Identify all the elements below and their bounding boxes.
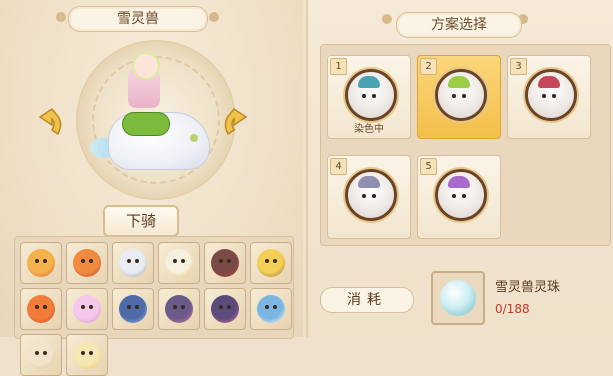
dismount-button[interactable]: 下骑 [103,205,179,237]
mount-slot[interactable] [204,242,246,284]
scheme-preview-icon [525,69,577,121]
green-saddle [122,112,170,136]
scheme-card[interactable]: 2 [417,55,501,139]
scheme-card[interactable]: 1 染色中 [327,55,411,139]
hat-icon [358,76,380,88]
scheme-number: 2 [420,58,437,75]
rotate-left-button[interactable] [34,108,68,142]
hat-icon [358,176,380,188]
mount-avatar-icon [257,249,285,277]
mount-slot[interactable] [66,288,108,330]
mount-avatar-icon [211,295,239,323]
scheme-number: 3 [510,58,527,75]
mount-slot[interactable] [20,334,62,376]
mount-avatar-icon [165,249,193,277]
hat-icon [538,76,560,88]
mount-slot[interactable] [66,242,108,284]
scheme-card[interactable]: 5 [417,155,501,239]
mount-slot[interactable] [20,288,62,330]
spirit-pearl-icon [440,280,476,316]
hat-icon [448,176,470,188]
mount-avatar-icon [27,295,55,323]
mount-avatar-icon [73,341,101,369]
rotate-right-button[interactable] [218,108,252,142]
scheme-preview-icon [435,69,487,121]
rotate-right-arrow-icon [224,108,248,136]
item-count: 0/188 [495,302,530,316]
mount-preview[interactable] [76,40,236,200]
mount-slot[interactable] [250,288,292,330]
title-ornament-left [56,12,66,22]
mount-slot[interactable] [112,288,154,330]
mount-avatar-icon [27,249,55,277]
mount-slot[interactable] [204,288,246,330]
mount-avatar-icon [257,295,285,323]
scheme-preview-icon [435,169,487,221]
mount-avatar-icon [73,249,101,277]
mount-avatar-icon [119,295,147,323]
consume-label: 消耗 [320,287,414,313]
scheme-title: 方案选择 [396,12,522,38]
scheme-card[interactable]: 3 [507,55,591,139]
mount-avatar-icon [27,341,55,369]
mount-slot[interactable] [66,334,108,376]
scheme-card[interactable]: 4 [327,155,411,239]
title-ornament-right [209,12,219,22]
scheme-preview-icon [345,69,397,121]
scheme-status: 染色中 [354,124,384,135]
beast-eye [190,134,198,142]
mount-panel: 雪灵兽 下骑 [0,0,303,376]
item-name: 雪灵兽灵珠 [495,280,561,295]
mount-list [14,236,294,376]
scheme-title-ornament-left [382,14,392,24]
scheme-grid: 1 染色中 2 3 4 5 [320,44,611,246]
scheme-number: 5 [420,158,437,175]
mount-avatar-icon [211,249,239,277]
scheme-number: 1 [330,58,347,75]
mount-slot[interactable] [20,242,62,284]
mount-avatar-icon [119,249,147,277]
rotate-left-arrow-icon [38,108,62,136]
mount-slot[interactable] [112,242,154,284]
rider-head [132,52,160,80]
mount-slot[interactable] [158,242,200,284]
mount-slot[interactable] [158,288,200,330]
scheme-number: 4 [330,158,347,175]
hat-icon [448,76,470,88]
item-slot[interactable] [431,271,485,325]
mount-avatar-icon [165,295,193,323]
mount-avatar-icon [73,295,101,323]
scheme-preview-icon [345,169,397,221]
mount-title: 雪灵兽 [68,6,208,32]
mount-slot[interactable] [250,242,292,284]
